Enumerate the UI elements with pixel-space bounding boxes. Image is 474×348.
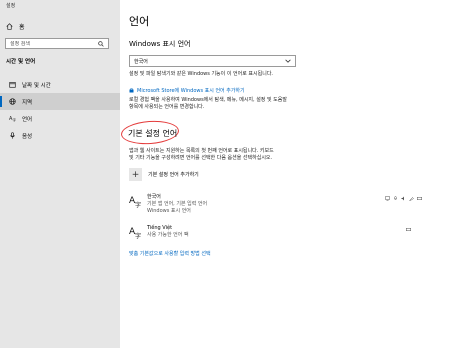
add-language-button[interactable]: + 기본 설정 언어 추가하기 — [129, 168, 199, 181]
language-glyph-icon: A字 — [129, 196, 141, 208]
sidebar-item-label: 지역 — [22, 99, 33, 106]
language-glyph-icon: A字 — [129, 227, 141, 239]
sidebar-item-language[interactable]: A字 언어 — [0, 110, 120, 127]
display-language-dropdown[interactable]: 한국어 — [129, 55, 296, 67]
search-input[interactable] — [10, 40, 90, 47]
store-link-label: Microsoft Store에 Windows 표시 언어 추가하기 — [137, 88, 245, 94]
sidebar: 설정 홈 시간 및 언어 날짜 및 시간 지역 A字 언어 음성 — [0, 0, 120, 348]
sidebar-item-label: 언어 — [22, 116, 33, 123]
window-title: 설정 — [6, 3, 16, 9]
sidebar-item-label: 음성 — [22, 133, 33, 140]
language-detail: 기본 앱 언어, 기본 입력 언어 — [147, 201, 208, 207]
svg-text:字: 字 — [135, 201, 141, 208]
main-content: 언어 Windows 표시 언어 한국어 설정 및 파일 탐색기와 같은 Win… — [120, 0, 474, 348]
text-to-speech-icon — [401, 196, 406, 201]
input-method-link[interactable]: 맞춤 기본값으로 사용할 입력 방법 선택 — [129, 250, 211, 257]
sidebar-item-region[interactable]: 지역 — [0, 93, 120, 110]
language-item-vietnamese[interactable]: A字 Tiếng Việt 사용 가능한 언어 팩 — [129, 225, 189, 239]
local-experience-description-2: 항목에 사용되는 언어를 변경합니다. — [129, 104, 205, 110]
chevron-down-icon — [285, 59, 291, 63]
sidebar-item-label: 날짜 및 시간 — [22, 82, 51, 89]
plus-icon: + — [129, 168, 142, 181]
add-language-label: 기본 설정 언어 추가하기 — [148, 172, 199, 178]
svg-text:字: 字 — [135, 232, 141, 239]
keyboard-icon — [417, 196, 422, 201]
sidebar-item-date-time[interactable]: 날짜 및 시간 — [0, 76, 120, 93]
display-language-icon — [385, 196, 390, 201]
section-title: 시간 및 언어 — [6, 59, 36, 65]
preferred-languages-heading: 기본 설정 언어 — [128, 129, 178, 138]
handwriting-icon — [409, 196, 414, 201]
display-language-description: 설정 및 파일 탐색기와 같은 Windows 기능이 이 언어로 표시됩니다. — [129, 71, 274, 77]
speech-icon — [393, 196, 398, 201]
keyboard-icon — [406, 227, 411, 232]
page-title: 언어 — [129, 15, 150, 28]
language-icon: A字 — [8, 115, 16, 123]
sidebar-item-speech[interactable]: 음성 — [0, 127, 120, 144]
store-icon — [129, 88, 134, 93]
globe-icon — [8, 98, 16, 106]
display-language-heading: Windows 표시 언어 — [129, 40, 191, 48]
store-link[interactable]: Microsoft Store에 Windows 표시 언어 추가하기 — [129, 87, 245, 94]
language-feature-icons — [385, 196, 422, 201]
language-feature-icons — [406, 227, 411, 232]
home-icon — [6, 22, 13, 30]
search-icon[interactable] — [98, 40, 104, 47]
dropdown-value: 한국어 — [134, 58, 148, 65]
local-experience-description-1: 로컬 경험 팩을 사용하여 Windows에서 탐색, 메뉴, 메시지, 설정 … — [129, 97, 287, 103]
language-name: 한국어 — [147, 194, 161, 200]
language-detail: 사용 가능한 언어 팩 — [147, 232, 189, 238]
language-item-korean[interactable]: A字 한국어 기본 앱 언어, 기본 입력 언어 Windows 표시 언어 — [129, 194, 207, 215]
home-label: 홈 — [19, 23, 25, 31]
calendar-clock-icon — [8, 81, 16, 89]
preferred-description-1: 앱과 웹 사이트는 지원하는 목록의 첫 번째 언어로 표시됩니다. 키보드 — [129, 148, 274, 154]
language-detail: Windows 표시 언어 — [147, 208, 191, 214]
svg-text:字: 字 — [12, 117, 16, 122]
search-box[interactable] — [5, 38, 109, 49]
language-name: Tiếng Việt — [147, 225, 173, 231]
preferred-description-2: 및 기타 기능을 구성하려면 언어를 선택한 다음 옵션을 선택하십시오. — [129, 155, 273, 161]
microphone-icon — [8, 132, 16, 140]
home-button[interactable]: 홈 — [6, 20, 25, 32]
